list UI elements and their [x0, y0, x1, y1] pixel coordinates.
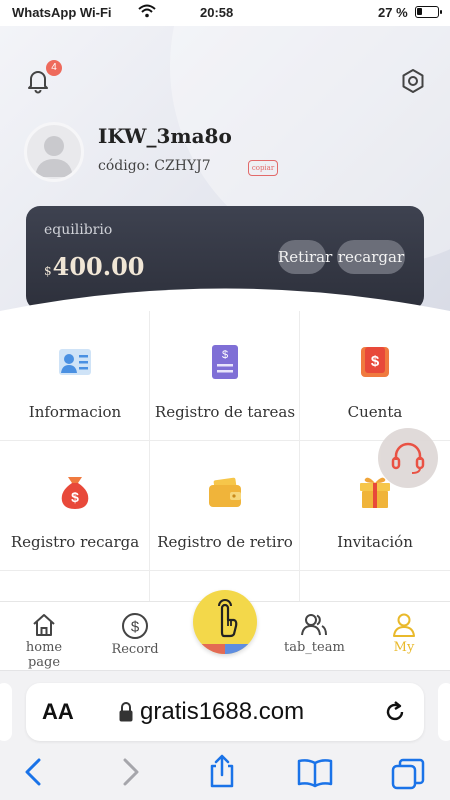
- menu-label: Informacion: [28, 403, 122, 421]
- carrier-label: WhatsApp Wi-Fi: [12, 5, 112, 20]
- menu-item-registro-retiro[interactable]: Registro de retiro: [150, 441, 300, 571]
- menu-empty-cell: [0, 571, 150, 601]
- copy-button[interactable]: copiar: [248, 160, 278, 176]
- status-bar: WhatsApp Wi-Fi 20:58 27 %: [0, 0, 450, 26]
- header-curve: [0, 288, 450, 311]
- id-card-icon: [59, 349, 91, 375]
- reload-icon[interactable]: [382, 699, 408, 725]
- default-avatar-icon: [35, 136, 73, 177]
- tab-label: tab_team: [284, 640, 345, 655]
- battery-percent: 27 %: [378, 5, 408, 20]
- back-icon[interactable]: [20, 757, 48, 787]
- user-icon: [393, 613, 415, 637]
- customer-service-button[interactable]: [378, 428, 438, 488]
- username: IKW_3ma8o: [98, 124, 232, 148]
- menu-label: Registro recarga: [10, 533, 140, 551]
- home-icon: [33, 614, 55, 636]
- url-text[interactable]: gratis1688.com: [140, 698, 304, 726]
- browser-toolbar: AA gratis1688.com: [0, 670, 450, 800]
- tab-record[interactable]: $ Record: [110, 612, 160, 657]
- lock-icon: [119, 702, 133, 722]
- svg-text:$: $: [222, 349, 228, 361]
- svg-text:$: $: [71, 489, 79, 505]
- recharge-button[interactable]: recargar: [337, 240, 405, 274]
- menu-item-cuenta[interactable]: $ Cuenta: [300, 311, 450, 441]
- gear-icon[interactable]: [400, 68, 426, 94]
- tabs-icon[interactable]: [390, 757, 426, 791]
- forward-icon[interactable]: [116, 757, 144, 787]
- tab-label: Record: [111, 642, 159, 657]
- team-icon: [301, 614, 327, 636]
- next-tab-peek[interactable]: [438, 683, 450, 741]
- menu-label: Invitación: [337, 533, 413, 551]
- profile-header: 4 IKW_3ma8o código: CZHYJ7 copiar equili…: [0, 26, 450, 311]
- battery-icon: [415, 6, 442, 18]
- dollar-tag-icon: $: [361, 347, 389, 377]
- svg-text:$: $: [371, 353, 380, 370]
- fab-stripe: [193, 644, 257, 654]
- balance-label: equilibrio: [44, 222, 113, 238]
- browser-nav-row: [0, 753, 450, 793]
- address-bar[interactable]: AA gratis1688.com: [26, 683, 424, 741]
- bookmarks-icon[interactable]: [296, 757, 334, 789]
- menu-label: Registro de tareas: [154, 403, 296, 421]
- menu-label: Cuenta: [347, 403, 403, 421]
- dollar-circle-icon: $: [122, 613, 148, 639]
- withdraw-button[interactable]: Retirar: [278, 240, 332, 274]
- menu-item-registro-tareas[interactable]: $ Registro de tareas: [150, 311, 300, 441]
- receipt-icon: $: [212, 345, 238, 379]
- tab-label: My: [393, 640, 415, 655]
- avatar[interactable]: [24, 122, 84, 182]
- notification-badge: 4: [46, 60, 62, 76]
- tab-team[interactable]: tab_team: [284, 612, 345, 655]
- tab-home[interactable]: home page: [12, 612, 76, 670]
- svg-text:$: $: [131, 619, 140, 636]
- reader-options-button[interactable]: AA: [42, 699, 74, 725]
- invite-code: código: CZHYJ7: [98, 158, 211, 174]
- menu-label: Registro de retiro: [157, 533, 293, 551]
- money-bag-icon: $: [61, 477, 89, 509]
- tab-label: home page: [25, 640, 63, 670]
- tab-my[interactable]: My: [386, 612, 422, 655]
- menu-item-informacion[interactable]: Informacion: [0, 311, 150, 441]
- menu-item-registro-recarga[interactable]: $ Registro recarga: [0, 441, 150, 571]
- clock: 20:58: [200, 5, 234, 20]
- prev-tab-peek[interactable]: [0, 683, 12, 741]
- wifi-icon: [138, 4, 156, 18]
- center-tap-button[interactable]: [193, 590, 257, 654]
- share-icon[interactable]: [206, 753, 238, 789]
- wallet-icon: [209, 477, 241, 507]
- headset-icon: [391, 442, 425, 474]
